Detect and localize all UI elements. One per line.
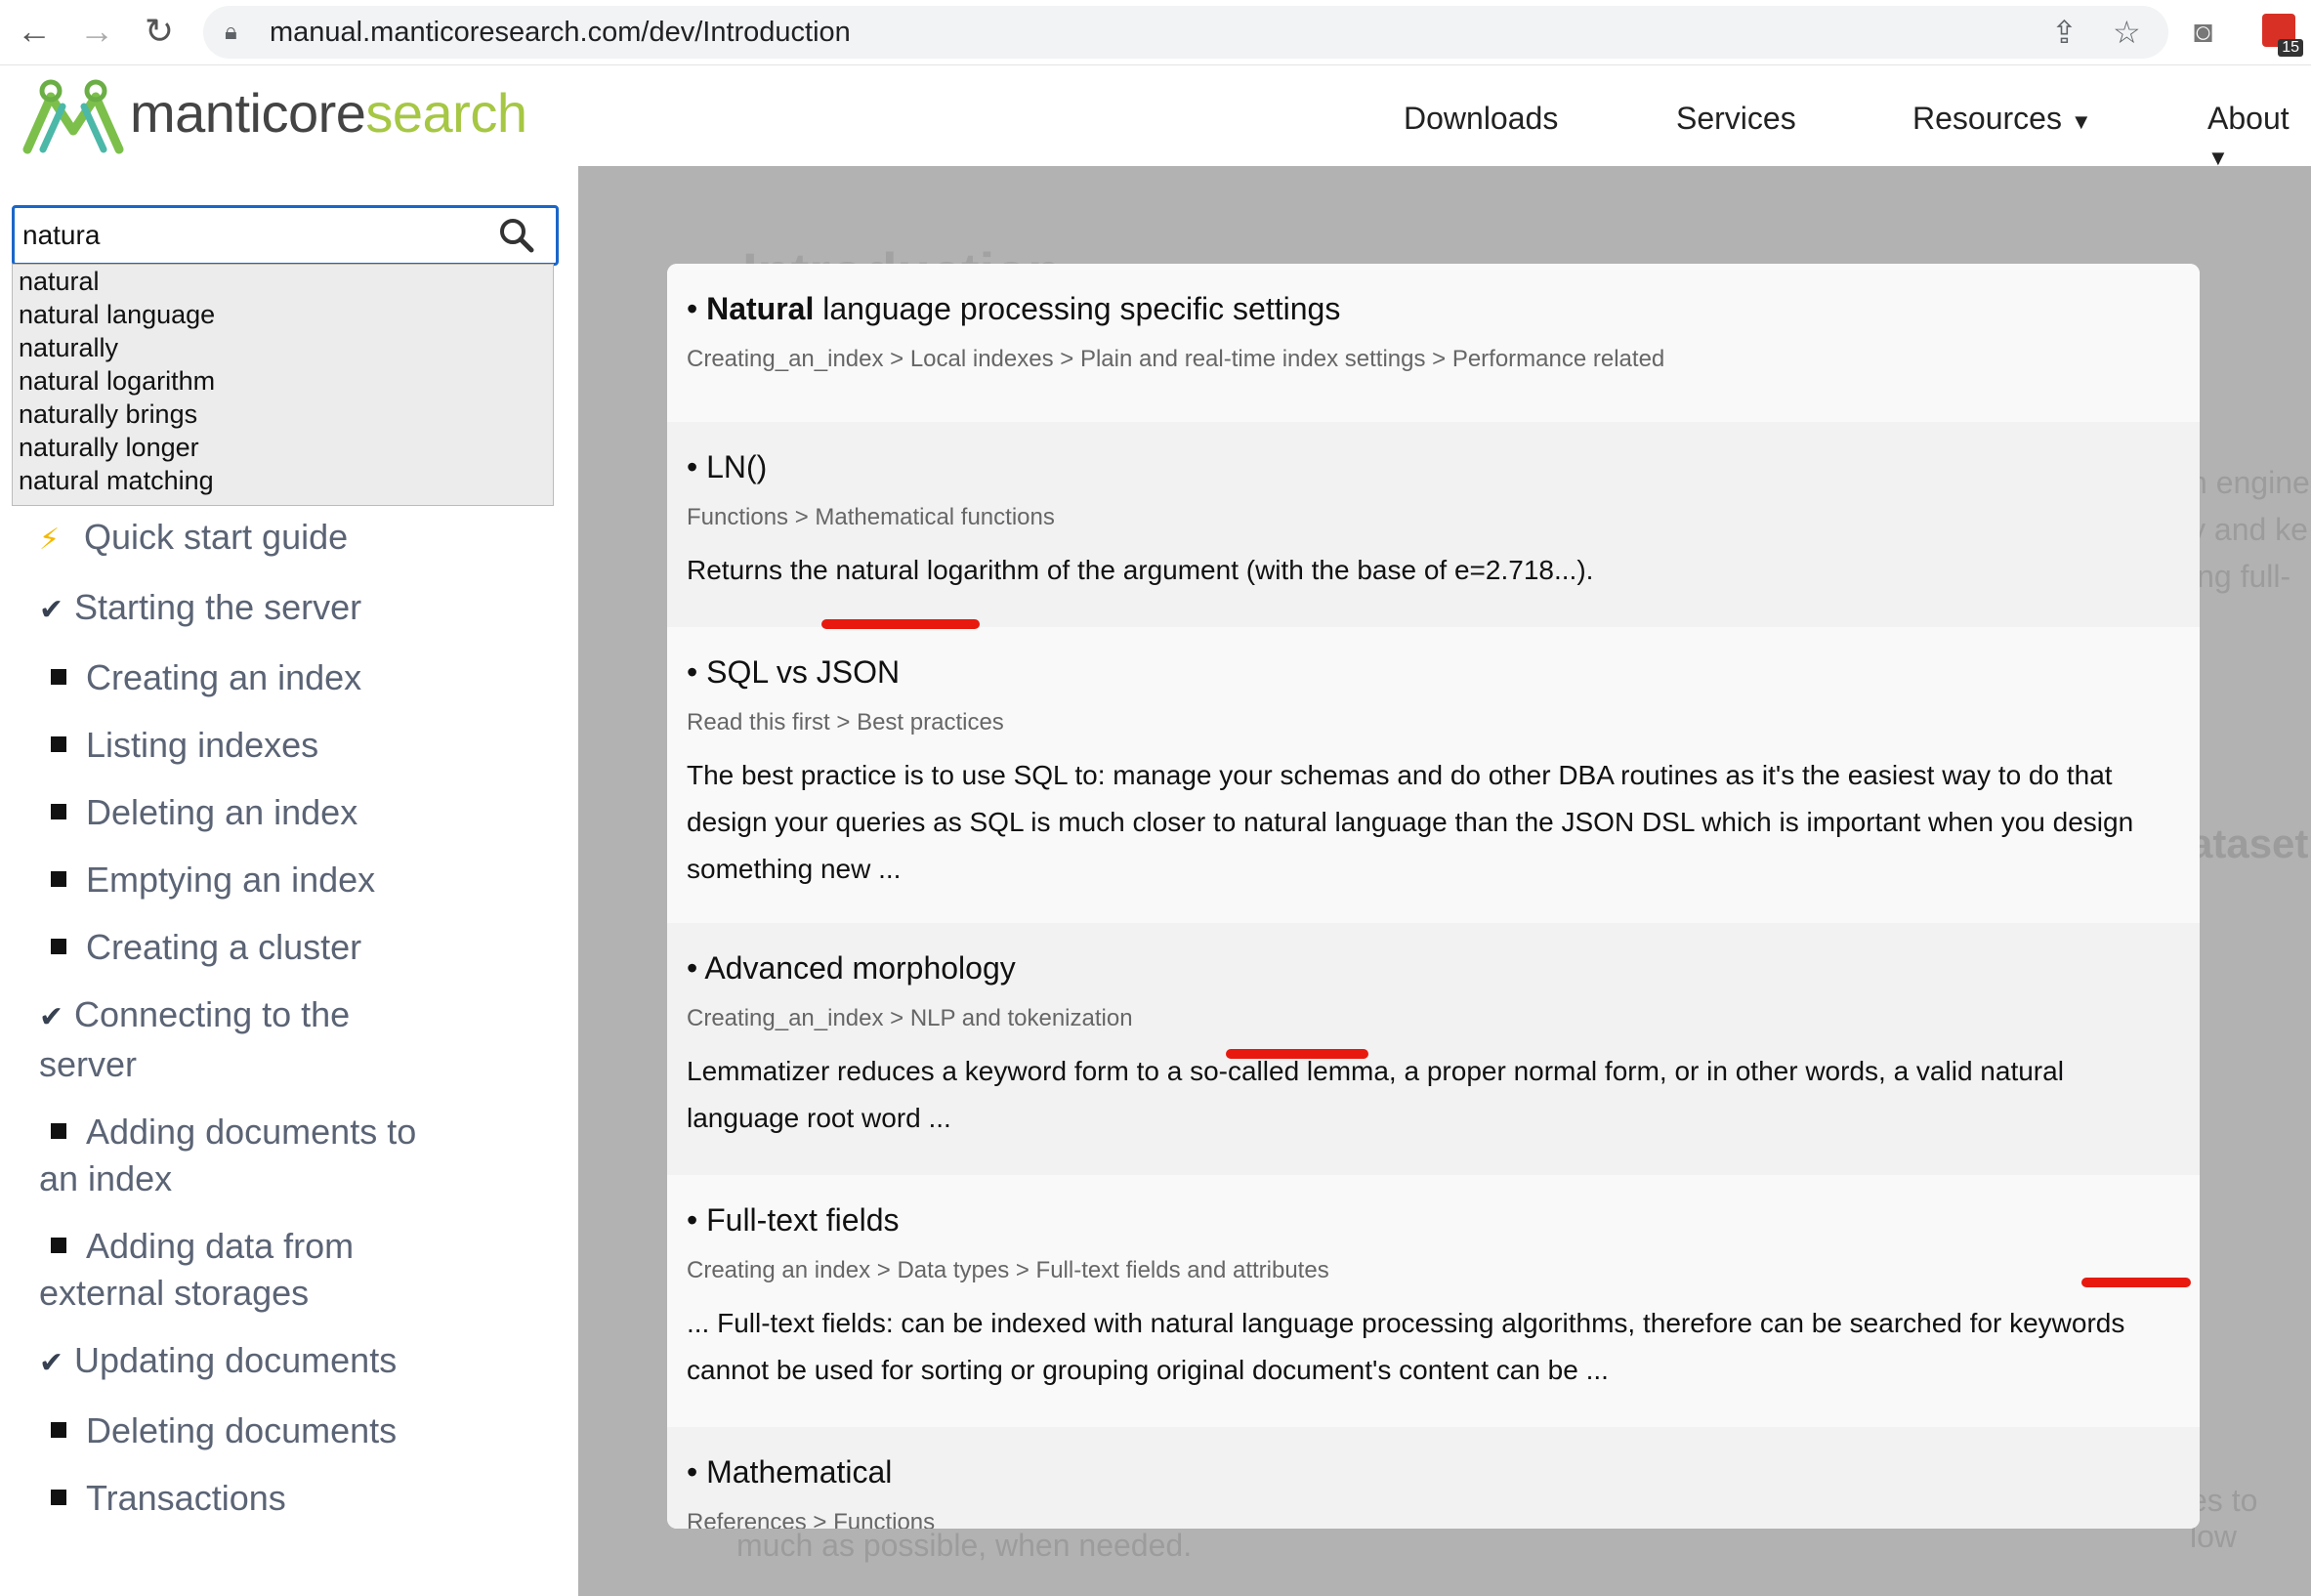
- annotation-underline: [821, 619, 980, 629]
- background-text: es to low: [2190, 1483, 2258, 1554]
- extension-badge: 15: [2278, 39, 2303, 57]
- reload-icon[interactable]: ↻: [137, 9, 182, 54]
- square-bullet-icon: [51, 1123, 66, 1140]
- result-breadcrumb: Creating_an_index > Local indexes > Plai…: [687, 346, 1665, 372]
- result-snippet: Lemmatizer reduces a keyword form to a s…: [687, 1056, 2064, 1133]
- sidebar-item-quick-start[interactable]: ⚡︎ Quick start guide: [39, 514, 547, 564]
- sidebar: natural natural language naturally natur…: [0, 166, 578, 1596]
- main-content-overlay: Introduction h engine y and ke ing full-…: [578, 166, 2311, 1596]
- result-title[interactable]: • LN(): [687, 449, 767, 485]
- search-result[interactable]: • Mathematical References > Functions: [667, 1427, 2200, 1529]
- background-text: much as possible, when needed.: [736, 1528, 1193, 1563]
- lock-icon: 🔒︎: [225, 19, 237, 45]
- result-breadcrumb: Creating an index > Data types > Full-te…: [687, 1257, 1329, 1283]
- search-result[interactable]: • SQL vs JSON Read this first > Best pra…: [667, 627, 2200, 923]
- url-text[interactable]: manual.manticoresearch.com/dev/Introduct…: [270, 17, 851, 49]
- result-breadcrumb: References > Functions: [687, 1509, 936, 1529]
- square-bullet-icon: [51, 669, 66, 686]
- forward-arrow-icon[interactable]: →: [74, 9, 119, 54]
- camera-icon[interactable]: ◙: [2194, 14, 2212, 50]
- nav-downloads[interactable]: Downloads: [1404, 101, 1558, 137]
- sidebar-item-deleting-documents[interactable]: Deleting documents: [39, 1407, 547, 1454]
- square-bullet-icon: [51, 736, 66, 753]
- site-header: manticoresearch Downloads Services Resou…: [0, 65, 2311, 170]
- result-title[interactable]: • SQL vs JSON: [687, 654, 900, 691]
- square-bullet-icon: [51, 1238, 66, 1254]
- logo-text[interactable]: manticoresearch: [130, 81, 527, 145]
- share-icon[interactable]: ⇪: [2051, 14, 2078, 51]
- search-results-popup: • Natural language processing specific s…: [667, 264, 2200, 1529]
- search-box[interactable]: [12, 205, 559, 266]
- result-breadcrumb: Functions > Mathematical functions: [687, 504, 1055, 530]
- manticore-logo-icon[interactable]: [21, 77, 125, 155]
- check-icon: ✔: [39, 594, 64, 626]
- search-icon[interactable]: [497, 216, 536, 255]
- square-bullet-icon: [51, 871, 66, 888]
- background-text: h engine: [2190, 465, 2310, 500]
- sidebar-item-adding-documents[interactable]: Adding documents to an index: [39, 1109, 547, 1202]
- sidebar-item-creating-cluster[interactable]: Creating a cluster: [39, 924, 547, 971]
- browser-toolbar: ← → ↻ 🔒︎ manual.manticoresearch.com/dev/…: [0, 0, 2311, 65]
- sidebar-item-deleting-index[interactable]: Deleting an index: [39, 789, 547, 836]
- autocomplete-list: natural natural language naturally natur…: [12, 264, 554, 506]
- result-title[interactable]: • Natural language processing specific s…: [687, 291, 1340, 327]
- lightning-icon: ⚡︎: [39, 524, 61, 556]
- nav-about[interactable]: About ▼: [2207, 101, 2311, 173]
- suggestion-item[interactable]: naturally brings: [13, 398, 553, 431]
- sidebar-item-updating-documents[interactable]: ✔ Updating documents: [39, 1337, 547, 1387]
- address-bar[interactable]: 🔒︎ manual.manticoresearch.com/dev/Introd…: [203, 6, 2168, 59]
- nav-services[interactable]: Services: [1676, 101, 1796, 137]
- search-result[interactable]: • LN() Functions > Mathematical function…: [667, 422, 2200, 627]
- result-breadcrumb: Creating_an_index > NLP and tokenization: [687, 1005, 1133, 1031]
- result-title[interactable]: • Mathematical: [687, 1454, 892, 1491]
- check-icon: ✔: [39, 1347, 64, 1379]
- search-result[interactable]: • Advanced morphology Creating_an_index …: [667, 923, 2200, 1175]
- annotation-underline: [1226, 1049, 1368, 1059]
- sidebar-item-creating-index[interactable]: Creating an index: [39, 654, 547, 701]
- suggestion-item[interactable]: natural: [13, 265, 553, 298]
- sidebar-item-connecting-server[interactable]: ✔ Connecting to the server: [39, 991, 547, 1088]
- result-title[interactable]: • Advanced morphology: [687, 950, 1016, 987]
- back-arrow-icon[interactable]: ←: [12, 9, 57, 54]
- sidebar-item-transactions[interactable]: Transactions: [39, 1475, 547, 1522]
- extension-icon[interactable]: 15: [2262, 14, 2303, 57]
- square-bullet-icon: [51, 804, 66, 820]
- annotation-underline: [2081, 1278, 2191, 1287]
- caret-down-icon: ▼: [2070, 109, 2092, 134]
- result-breadcrumb: Read this first > Best practices: [687, 709, 1004, 735]
- suggestion-item[interactable]: natural logarithm: [13, 364, 553, 398]
- nav-resources[interactable]: Resources ▼: [1912, 101, 2092, 137]
- sidebar-item-adding-data-external[interactable]: Adding data from external storages: [39, 1223, 547, 1317]
- suggestion-item[interactable]: naturally: [13, 331, 553, 364]
- result-title[interactable]: • Full-text fields: [687, 1202, 899, 1239]
- suggestion-item[interactable]: natural matching: [13, 464, 553, 497]
- square-bullet-icon: [51, 1490, 66, 1506]
- check-icon: ✔: [39, 1001, 64, 1033]
- background-heading: ataset: [2190, 820, 2309, 866]
- search-result[interactable]: • Full-text fields Creating an index > D…: [667, 1175, 2200, 1427]
- square-bullet-icon: [51, 1422, 66, 1439]
- sidebar-item-emptying-index[interactable]: Emptying an index: [39, 857, 547, 903]
- sidebar-item-starting-server[interactable]: ✔ Starting the server: [39, 584, 547, 634]
- suggestion-item[interactable]: naturally longer: [13, 431, 553, 464]
- search-input[interactable]: [21, 216, 493, 255]
- suggestion-item[interactable]: natural language: [13, 298, 553, 331]
- search-result[interactable]: • Natural language processing specific s…: [667, 264, 2200, 422]
- square-bullet-icon: [51, 939, 66, 955]
- result-snippet: The best practice is to use SQL to: mana…: [687, 760, 2134, 884]
- sidebar-menu: ⚡︎ Quick start guide ✔ Starting the serve…: [39, 514, 547, 1542]
- result-snippet: ... Full-text fields: can be indexed wit…: [687, 1308, 2125, 1385]
- result-snippet: Returns the natural logarithm of the arg…: [687, 555, 1594, 585]
- sidebar-item-listing-indexes[interactable]: Listing indexes: [39, 722, 547, 769]
- background-text: ing full-: [2190, 559, 2291, 594]
- bookmark-star-icon[interactable]: ☆: [2113, 14, 2141, 51]
- background-text: y and ke: [2190, 512, 2308, 547]
